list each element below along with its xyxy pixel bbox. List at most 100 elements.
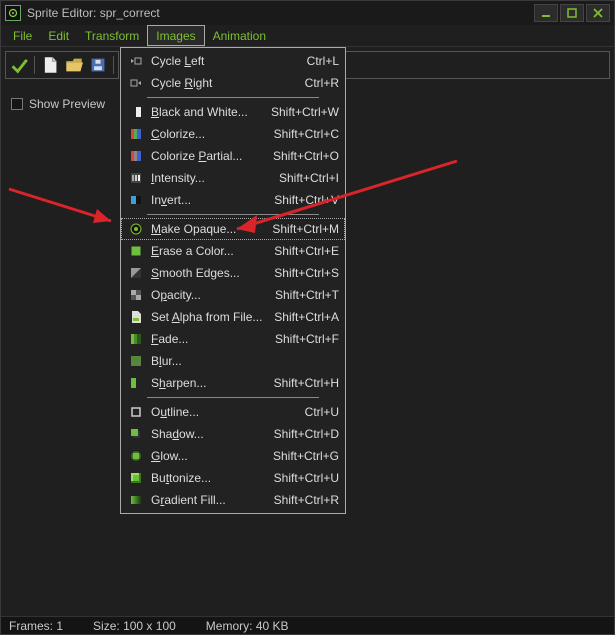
toolbar-left-panel [5, 51, 119, 79]
opacity-icon [127, 287, 145, 303]
open-file-button[interactable] [65, 56, 83, 74]
menu-item-label: Set Alpha from File... [151, 310, 264, 324]
menu-item-shortcut: Ctrl+U [305, 405, 339, 419]
menu-item-label: Erase a Color... [151, 244, 264, 258]
smooth-icon [127, 265, 145, 281]
menu-item-make-opaque[interactable]: Make Opaque...Shift+Ctrl+M [121, 218, 345, 240]
window-title: Sprite Editor: spr_correct [27, 6, 160, 20]
menu-item-smooth-edges[interactable]: Smooth Edges...Shift+Ctrl+S [121, 262, 345, 284]
menu-item-erase-a-color[interactable]: Erase a Color... Shift+Ctrl+E [121, 240, 345, 262]
images-menu-dropdown: Cycle Left Ctrl+L Cycle Right Ctrl+R Black a… [120, 47, 346, 514]
menubar: File Edit Transform Images Animation [1, 25, 614, 47]
sharpen-icon [127, 375, 145, 391]
menu-item-gradient-fill[interactable]: Gradient Fill... Shift+Ctrl+R [121, 489, 345, 511]
menu-item-label: Outline... [151, 405, 295, 419]
menu-item-shortcut: Shift+Ctrl+U [274, 471, 339, 485]
shadow-icon [127, 426, 145, 442]
colorize-icon [127, 126, 145, 142]
menu-item-shortcut: Ctrl+R [305, 76, 339, 90]
maximize-button[interactable] [560, 4, 584, 22]
menu-item-blur[interactable]: Blur... [121, 350, 345, 372]
menu-item-glow[interactable]: Glow...Shift+Ctrl+G [121, 445, 345, 467]
menu-item-label: Gradient Fill... [151, 493, 264, 507]
menu-item-label: Colorize... [151, 127, 264, 141]
menu-item-label: Colorize Partial... [151, 149, 263, 163]
statusbar: Frames: 1 Size: 100 x 100 Memory: 40 KB [1, 616, 614, 634]
menu-item-shortcut: Shift+Ctrl+F [275, 332, 339, 346]
intensity-icon [127, 170, 145, 186]
confirm-button[interactable] [10, 56, 28, 74]
menu-item-shortcut: Ctrl+L [307, 54, 339, 68]
menu-item-label: Shadow... [151, 427, 264, 441]
menu-item-shortcut: Shift+Ctrl+A [274, 310, 339, 324]
menu-transform[interactable]: Transform [77, 25, 147, 46]
menu-item-colorize-partial[interactable]: Colorize Partial... Shift+Ctrl+O [121, 145, 345, 167]
titlebar: Sprite Editor: spr_correct [1, 1, 614, 25]
menu-item-shortcut: Shift+Ctrl+C [274, 127, 339, 141]
minimize-button[interactable] [534, 4, 558, 22]
menu-file[interactable]: File [5, 25, 40, 46]
menu-item-label: Cycle Left [151, 54, 297, 68]
menu-item-shortcut: Shift+Ctrl+V [274, 193, 339, 207]
erase-color-icon [127, 243, 145, 259]
menu-separator [147, 397, 319, 398]
menu-item-colorize[interactable]: Colorize... Shift+Ctrl+C [121, 123, 345, 145]
menu-item-label: Opacity... [151, 288, 265, 302]
status-frames: Frames: 1 [9, 619, 63, 633]
menu-item-label: Sharpen... [151, 376, 264, 390]
menu-item-set-alpha-from-file[interactable]: Set Alpha from File... Shift+Ctrl+A [121, 306, 345, 328]
status-memory: Memory: 40 KB [206, 619, 289, 633]
menu-item-shortcut: Shift+Ctrl+S [274, 266, 339, 280]
menu-item-label: Invert... [151, 193, 264, 207]
show-preview-label: Show Preview [29, 97, 105, 111]
menu-item-shadow[interactable]: Shadow... Shift+Ctrl+D [121, 423, 345, 445]
menu-animation[interactable]: Animation [205, 25, 274, 46]
outline-icon [127, 404, 145, 420]
menu-edit[interactable]: Edit [40, 25, 77, 46]
menu-item-outline[interactable]: Outline... Ctrl+U [121, 401, 345, 423]
menu-item-shortcut: Shift+Ctrl+H [274, 376, 339, 390]
menu-item-shortcut: Shift+Ctrl+R [274, 493, 339, 507]
menu-item-shortcut: Shift+Ctrl+W [271, 105, 339, 119]
alpha-file-icon [127, 309, 145, 325]
save-file-button[interactable] [89, 56, 107, 74]
menu-item-buttonize[interactable]: Buttonize... Shift+Ctrl+U [121, 467, 345, 489]
show-preview-row[interactable]: Show Preview [11, 97, 105, 111]
colorize-partial-icon [127, 148, 145, 164]
menu-separator [147, 97, 319, 98]
menu-item-intensity[interactable]: Intensity... Shift+Ctrl+I [121, 167, 345, 189]
menu-item-sharpen[interactable]: Sharpen... Shift+Ctrl+H [121, 372, 345, 394]
menu-item-shortcut: Shift+Ctrl+O [273, 149, 339, 163]
app-icon [5, 5, 21, 21]
menu-item-shortcut: Shift+Ctrl+D [274, 427, 339, 441]
menu-item-fade[interactable]: Fade... Shift+Ctrl+F [121, 328, 345, 350]
menu-item-label: Blur... [151, 354, 329, 368]
menu-item-cycle-right[interactable]: Cycle Right Ctrl+R [121, 72, 345, 94]
menu-item-label: Buttonize... [151, 471, 264, 485]
close-button[interactable] [586, 4, 610, 22]
toolbar-divider [113, 56, 114, 74]
menu-item-shortcut: Shift+Ctrl+I [279, 171, 339, 185]
menu-item-cycle-left[interactable]: Cycle Left Ctrl+L [121, 50, 345, 72]
fade-icon [127, 331, 145, 347]
show-preview-checkbox[interactable] [11, 98, 23, 110]
new-file-button[interactable] [41, 56, 59, 74]
menu-item-shortcut: Shift+Ctrl+T [275, 288, 339, 302]
gradient-icon [127, 492, 145, 508]
bw-icon [127, 104, 145, 120]
menu-item-label: Cycle Right [151, 76, 295, 90]
cycle-left-icon [127, 53, 145, 69]
menu-item-invert[interactable]: Invert... Shift+Ctrl+V [121, 189, 345, 211]
menu-item-shortcut: Shift+Ctrl+G [273, 449, 339, 463]
menu-item-shortcut: Shift+Ctrl+E [274, 244, 339, 258]
menu-item-label: Black and White... [151, 105, 261, 119]
buttonize-icon [127, 470, 145, 486]
menu-item-black-and-white[interactable]: Black and White... Shift+Ctrl+W [121, 101, 345, 123]
toolbar-divider [34, 56, 35, 74]
menu-item-label: Intensity... [151, 171, 269, 185]
menu-item-label: Fade... [151, 332, 265, 346]
glow-icon [127, 448, 145, 464]
invert-icon [127, 192, 145, 208]
menu-images[interactable]: Images [147, 25, 204, 46]
menu-item-opacity[interactable]: Opacity... Shift+Ctrl+T [121, 284, 345, 306]
